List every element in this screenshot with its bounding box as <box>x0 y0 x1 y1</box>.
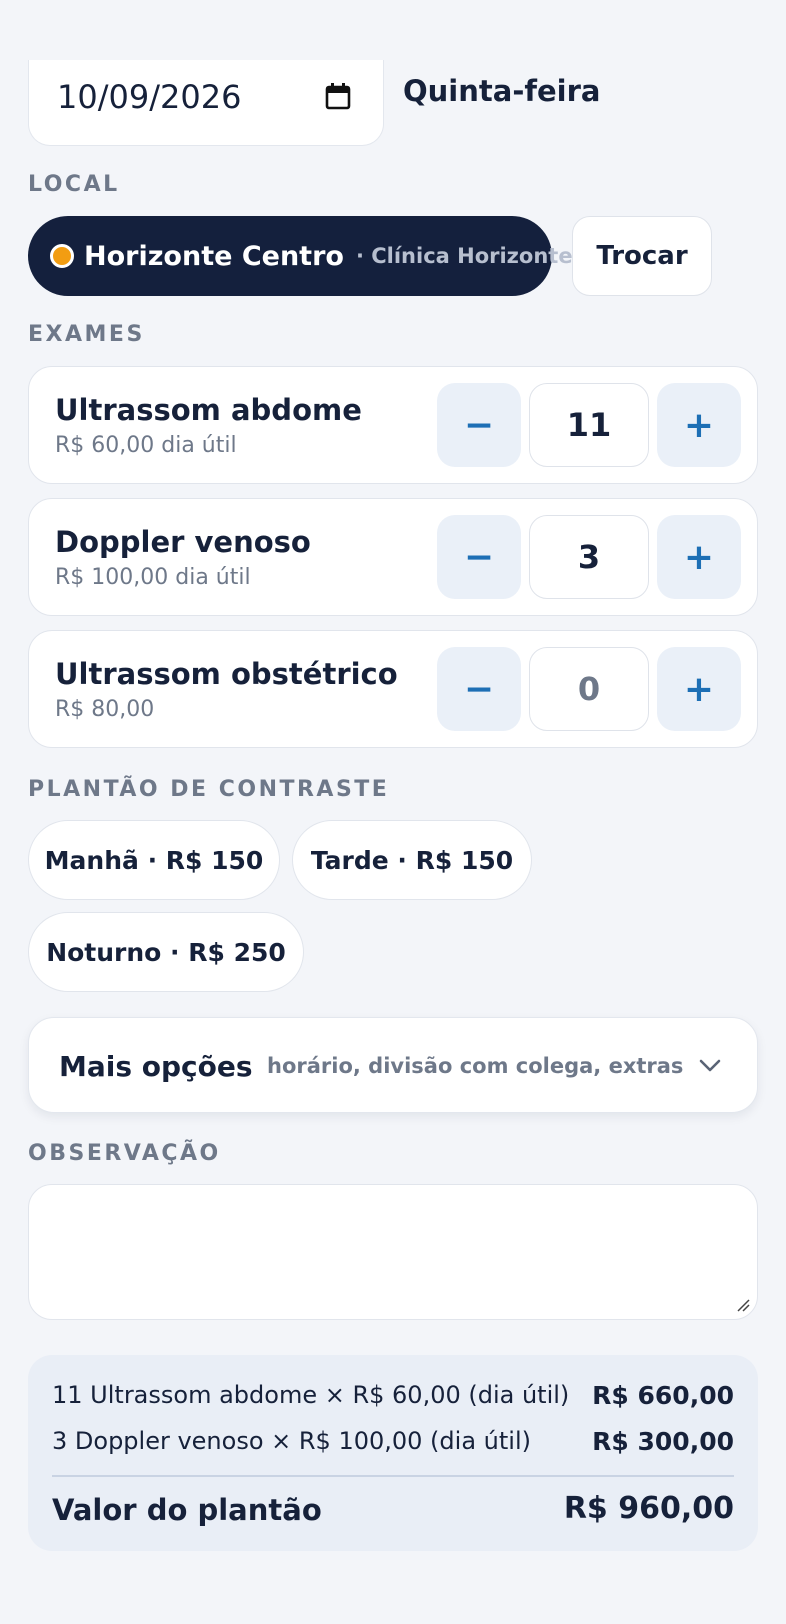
summary-line-text: 11 Ultrassom abdome × R$ 60,00 (dia útil… <box>52 1381 570 1409</box>
exam-price: R$ 60,00 dia útil <box>55 433 237 458</box>
more-options-title: Mais opções <box>59 1050 253 1083</box>
exam-quantity[interactable]: 0 <box>529 647 649 731</box>
exam-price: R$ 100,00 dia útil <box>55 565 251 590</box>
shift-chip-tarde[interactable]: Tarde · R$ 150 <box>292 820 532 900</box>
increment-button[interactable]: + <box>657 647 741 731</box>
exam-price: R$ 80,00 <box>55 697 155 722</box>
increment-button[interactable]: + <box>657 383 741 467</box>
total-amount: R$ 960,00 <box>563 1491 734 1526</box>
more-options-hint: horário, divisão com colega, extras <box>267 1054 684 1078</box>
weekday-label: Quinta-feira <box>403 74 601 108</box>
more-options-toggle[interactable]: Mais opções horário, divisão com colega,… <box>28 1017 758 1113</box>
decrement-button[interactable]: − <box>437 383 521 467</box>
shift-chip-manha[interactable]: Manhã · R$ 150 <box>28 820 280 900</box>
location-status-dot <box>50 244 74 268</box>
summary-line-amount: R$ 660,00 <box>592 1381 734 1410</box>
swap-location-button[interactable]: Trocar <box>572 216 712 296</box>
location-clinic: · Clínica Horizonte <box>355 244 573 268</box>
summary-line-text: 3 Doppler venoso × R$ 100,00 (dia útil) <box>52 1427 531 1455</box>
chevron-down-icon <box>699 1059 721 1072</box>
exam-quantity[interactable]: 11 <box>529 383 649 467</box>
increment-button[interactable]: + <box>657 515 741 599</box>
decrement-button[interactable]: − <box>437 515 521 599</box>
exam-card-ultrassom-abdome: Ultrassom abdome R$ 60,00 dia útil − 11 … <box>28 366 758 484</box>
exam-quantity[interactable]: 3 <box>529 515 649 599</box>
observation-textarea[interactable] <box>28 1184 758 1320</box>
total-label: Valor do plantão <box>52 1493 322 1527</box>
section-label-exames: EXAMES <box>28 322 145 347</box>
section-label-local: LOCAL <box>28 172 120 197</box>
decrement-button[interactable]: − <box>437 647 521 731</box>
location-name: Horizonte Centro <box>84 240 344 272</box>
exam-name: Doppler venoso <box>55 525 311 559</box>
summary-panel: 11 Ultrassom abdome × R$ 60,00 (dia útil… <box>28 1355 758 1551</box>
shift-chip-noturno[interactable]: Noturno · R$ 250 <box>28 912 304 992</box>
exam-card-ultrassom-obstetrico: Ultrassom obstétrico R$ 80,00 − 0 + <box>28 630 758 748</box>
calendar-icon[interactable] <box>325 82 351 110</box>
summary-divider <box>52 1475 734 1477</box>
resize-handle-icon[interactable] <box>736 1298 750 1312</box>
date-value: 10/09/2026 <box>57 78 242 116</box>
section-label-observacao: OBSERVAÇÃO <box>28 1141 221 1166</box>
section-label-plantao-contraste: PLANTÃO DE CONTRASTE <box>28 777 390 802</box>
summary-line-amount: R$ 300,00 <box>592 1427 734 1456</box>
location-pill[interactable]: Horizonte Centro · Clínica Horizonte <box>28 216 573 296</box>
exam-name: Ultrassom abdome <box>55 393 362 427</box>
date-input[interactable]: 10/09/2026 <box>28 60 384 146</box>
exam-name: Ultrassom obstétrico <box>55 657 398 691</box>
exam-card-doppler-venoso: Doppler venoso R$ 100,00 dia útil − 3 + <box>28 498 758 616</box>
